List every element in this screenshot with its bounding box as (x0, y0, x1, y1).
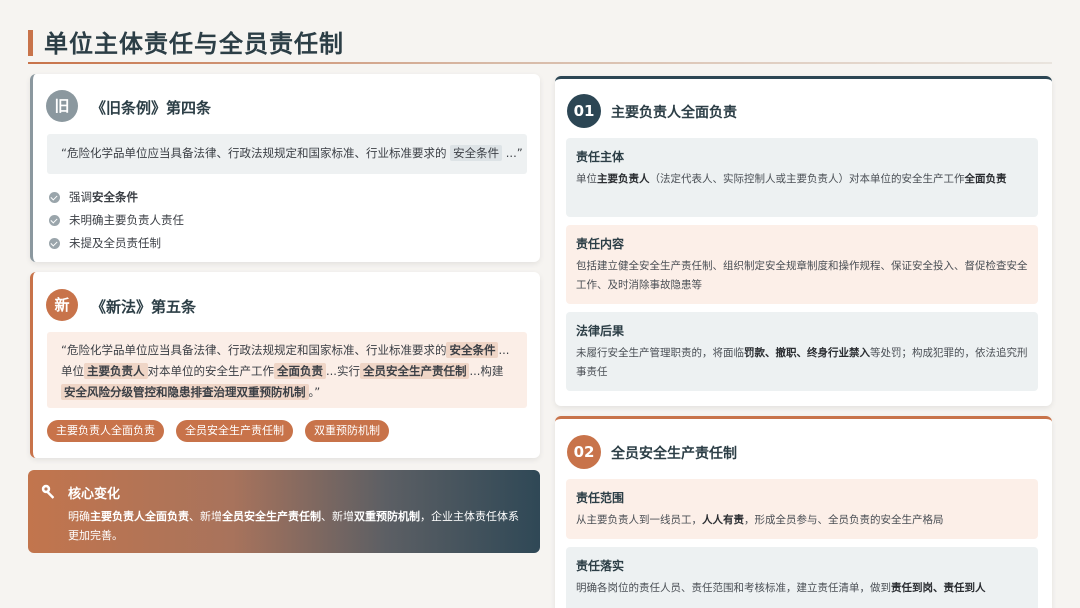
bullet-text: 未提及全员责任制 (69, 236, 161, 250)
tag-chip: 双重预防机制 (305, 420, 389, 442)
core-bold: 双重预防机制 (354, 510, 420, 523)
info-box-responsibility-implementation: 责任落实 明确各岗位的责任人员、责任范围和考核标准，建立责任清单，做到责任到岗、… (566, 547, 1038, 608)
bold-span: 人人有责 (702, 514, 744, 526)
quote-highlight: 全面负责 (274, 363, 326, 379)
list-item: 未提及全员责任制 (49, 232, 184, 255)
check-circle-icon (49, 238, 60, 249)
box-text: 从主要负责人到一线员工，人人有责，形成全员参与、全员负责的安全生产格局 (576, 511, 1028, 530)
old-quote-highlight: 安全条件 (450, 145, 503, 161)
quote-text: 。” (308, 385, 321, 399)
bold-span: 全面负责 (964, 173, 1007, 185)
new-law-card: 新 《新法》第五条 “危险化学品单位应当具备法律、行政法规规定和国家标准、行业标… (30, 272, 540, 458)
info-box-legal-consequence: 法律后果 未履行安全生产管理职责的，将面临罚款、撤职、终身行业禁入等处罚；构成犯… (566, 312, 1038, 391)
box-text: 未履行安全生产管理职责的，将面临罚款、撤职、终身行业禁入等处罚；构成犯罪的，依法… (576, 344, 1028, 382)
core-text: 明确 (68, 510, 90, 523)
info-box-responsibility-content: 责任内容 包括建立健全安全生产责任制、组织制定安全规章制度和操作规程、保证安全投… (566, 225, 1038, 304)
section-number: 02 (567, 435, 601, 469)
box-text: 包括建立健全安全生产责任制、组织制定安全规章制度和操作规程、保证安全投入、督促检… (576, 260, 1028, 291)
box-title: 责任落实 (576, 559, 625, 573)
list-item: 未明确主要负责人责任 (49, 209, 184, 232)
box-title: 责任主体 (576, 150, 625, 164)
section-01-card: 01 主要负责人全面负责 责任主体 单位主要负责人（法定代表人、实际控制人或主要… (555, 76, 1052, 406)
box-title: 责任范围 (576, 491, 625, 505)
core-title: 核心变化 (68, 487, 121, 502)
check-circle-icon (49, 192, 60, 203)
old-quote-text: “危险化学品单位应当具备法律、行政法规规定和国家标准、行业标准要求的 (61, 146, 447, 160)
tag-chip: 主要负责人全面负责 (47, 420, 164, 442)
old-card-title: 《旧条例》第四条 (91, 99, 212, 117)
old-quote: “危险化学品单位应当具备法律、行政法规规定和国家标准、行业标准要求的 安全条件 … (47, 134, 527, 174)
page-title: 单位主体责任与全员责任制 (44, 30, 344, 58)
box-text: 明确各岗位的责任人员、责任范围和考核标准，建立责任清单，做到责任到岗、责任到人 (576, 579, 1028, 598)
core-body: 明确主要负责人全面负责、新增全员安全生产责任制、新增双重预防机制，企业主体责任体… (68, 507, 528, 545)
core-bold: 主要负责人全面负责 (90, 510, 189, 523)
bullet-bold: 安全条件 (92, 190, 138, 204)
info-box-responsibility-subject: 责任主体 单位主要负责人（法定代表人、实际控制人或主要负责人）对本单位的安全生产… (566, 138, 1038, 217)
bold-span: 罚款、撤职、终身行业禁入 (744, 347, 870, 359)
quote-text: ...实行 (326, 364, 360, 378)
text-span: 从主要负责人到一线员工， (576, 514, 702, 526)
quote-highlight: 安全风险分级管控和隐患排查治理双重预防机制 (61, 384, 309, 400)
check-circle-icon (49, 215, 60, 226)
tag-chip: 全员安全生产责任制 (176, 420, 293, 442)
quote-text: ...构建 (469, 364, 504, 378)
key-icon (41, 484, 55, 499)
title-divider (28, 62, 1052, 64)
section-title: 全员安全生产责任制 (611, 446, 737, 462)
section-title: 主要负责人全面负责 (611, 105, 737, 121)
box-title: 责任内容 (576, 237, 625, 251)
core-bold: 全员安全生产责任制 (222, 510, 321, 523)
section-number: 01 (567, 94, 601, 128)
box-title: 法律后果 (576, 324, 625, 338)
text-span: ，形成全员参与、全员负责的安全生产格局 (744, 514, 944, 526)
old-badge: 旧 (46, 90, 78, 122)
core-change-banner: 核心变化 明确主要负责人全面负责、新增全员安全生产责任制、新增双重预防机制，企业… (28, 470, 540, 553)
box-text: 单位主要负责人（法定代表人、实际控制人或主要负责人）对本单位的安全生产工作全面负… (576, 170, 1028, 189)
new-card-title: 《新法》第五条 (91, 298, 197, 316)
old-quote-end: ...” (505, 146, 523, 160)
quote-text: “危险化学品单位应当具备法律、行政法规规定和国家标准、行业标准要求的 (61, 343, 447, 357)
quote-text: 对本单位的安全生产工作 (147, 364, 275, 378)
text-span: （法定代表人、实际控制人或主要负责人）对本单位的安全生产工作 (649, 173, 965, 185)
bullet-text: 未明确主要负责人责任 (69, 213, 184, 227)
core-text: 、新增 (189, 510, 222, 523)
bold-span: 责任到岗、责任到人 (891, 582, 986, 594)
list-item: 强调安全条件 (49, 186, 184, 209)
section-02-card: 02 全员安全生产责任制 责任范围 从主要负责人到一线员工，人人有责，形成全员参… (555, 416, 1052, 608)
bold-span: 主要负责人 (597, 173, 650, 185)
text-span: 单位 (576, 173, 597, 185)
tag-list: 主要负责人全面负责 全员安全生产责任制 双重预防机制 (47, 420, 389, 442)
text-span: 明确各岗位的责任人员、责任范围和考核标准，建立责任清单，做到 (576, 582, 891, 594)
bullet-text: 强调 (69, 190, 92, 204)
quote-highlight: 主要负责人 (84, 363, 148, 379)
old-regulation-card: 旧 《旧条例》第四条 “危险化学品单位应当具备法律、行政法规规定和国家标准、行业… (30, 74, 540, 262)
title-accent-bar (28, 30, 33, 56)
text-span: 未履行安全生产管理职责的，将面临 (576, 347, 744, 359)
quote-highlight: 安全条件 (446, 342, 499, 358)
quote-highlight: 全员安全生产责任制 (359, 363, 470, 379)
page-header: 单位主体责任与全员责任制 (28, 22, 1052, 66)
info-box-responsibility-scope: 责任范围 从主要负责人到一线员工，人人有责，形成全员参与、全员负责的安全生产格局 (566, 479, 1038, 539)
old-bullet-list: 强调安全条件 未明确主要负责人责任 未提及全员责任制 (49, 186, 184, 255)
new-badge: 新 (46, 289, 78, 321)
new-quote: “危险化学品单位应当具备法律、行政法规规定和国家标准、行业标准要求的 安全条件..… (47, 332, 527, 408)
core-text: 、新增 (321, 510, 354, 523)
